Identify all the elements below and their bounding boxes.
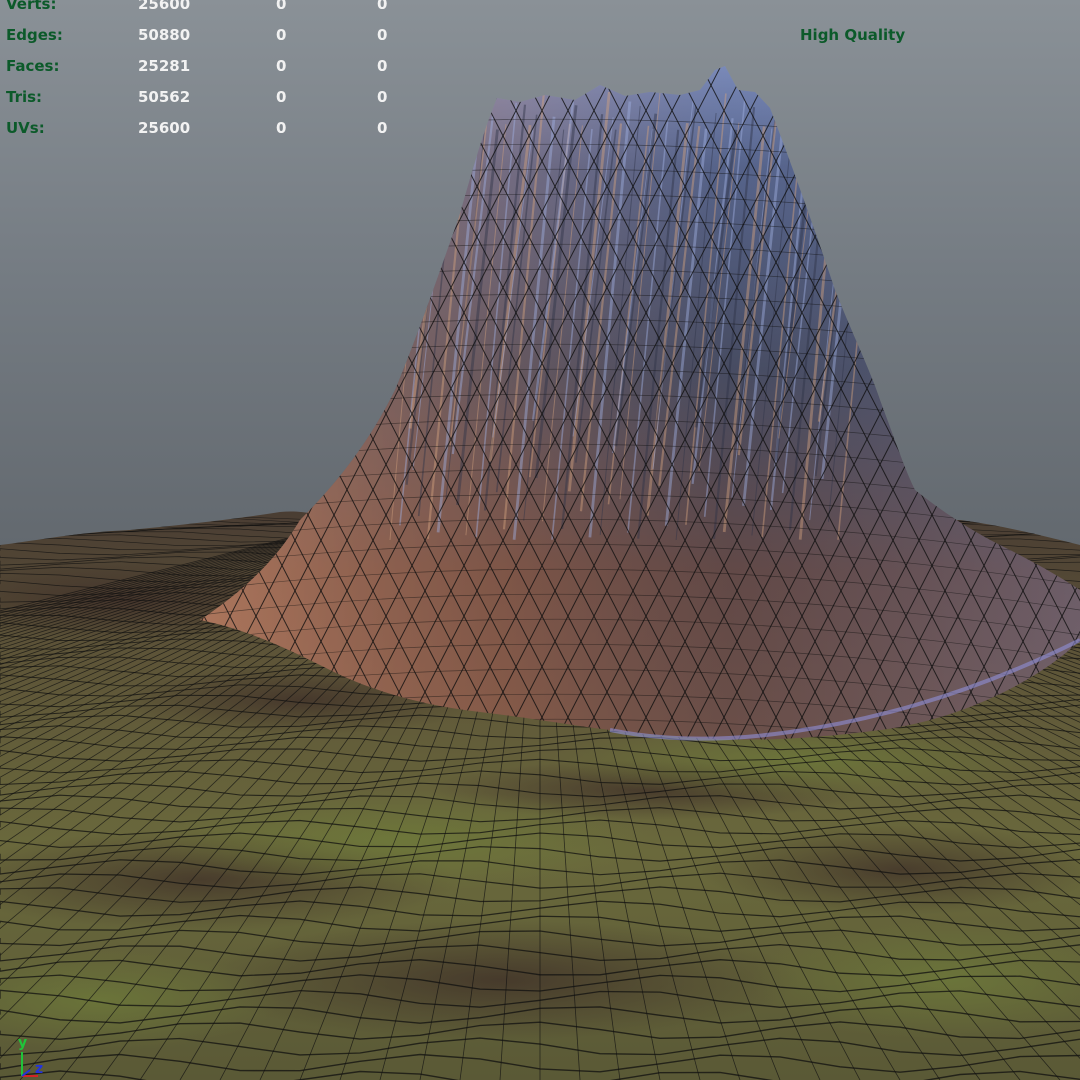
hud-row-value: 0 [377, 119, 388, 137]
z-axis-label: z [35, 1061, 44, 1077]
hud-row-label: Edges: [6, 26, 63, 44]
y-axis-label: y [18, 1035, 28, 1051]
hud-row-value: 25281 [138, 57, 191, 75]
hud-row-value: 25600 [138, 119, 191, 137]
hud-row-value: 0 [377, 0, 388, 13]
hud-row-label: Verts: [6, 0, 57, 13]
3d-viewport[interactable]: Verts: 25600 0 0 Edges: 50880 0 0 Faces: 25281 0 0 T… [0, 0, 1080, 1080]
hud-row-value: 50880 [138, 26, 191, 44]
hud-row-value: 50562 [138, 88, 191, 106]
hud-row-label: Faces: [6, 57, 60, 75]
hud-row-value: 0 [377, 26, 388, 44]
axis-gizmo: y z [8, 1030, 58, 1078]
hud-row-value: 0 [276, 119, 287, 137]
hud-row-value: 0 [276, 88, 287, 106]
render-quality-label: High Quality [800, 26, 906, 44]
hud-row-value: 0 [276, 0, 287, 13]
hud-row-label: UVs: [6, 119, 45, 137]
hud-row-value: 0 [377, 88, 388, 106]
hud-row-value: 0 [276, 57, 287, 75]
hud-row-value: 25600 [138, 0, 191, 13]
hud-row-value: 0 [276, 26, 287, 44]
terrain-scene[interactable] [0, 0, 1080, 1080]
hud-row-label: Tris: [6, 88, 43, 106]
hud-row-value: 0 [377, 57, 388, 75]
